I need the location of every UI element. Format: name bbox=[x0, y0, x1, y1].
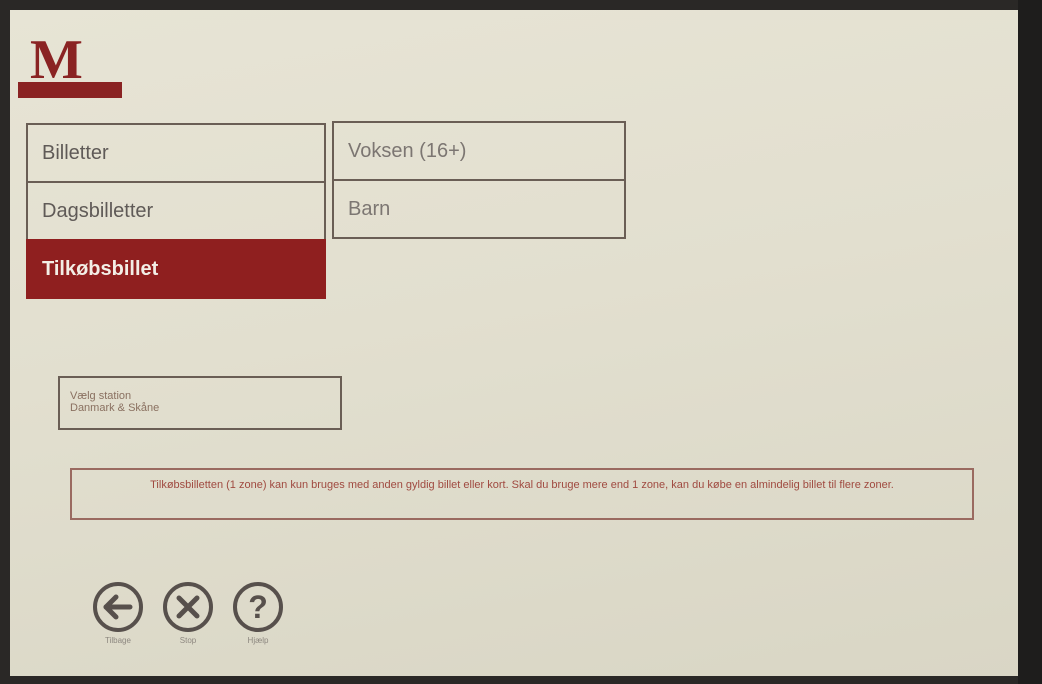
station-select-value: Danmark & Skåne bbox=[70, 402, 160, 414]
cancel-button[interactable]: Stop bbox=[156, 578, 220, 645]
back-arrow-icon bbox=[89, 578, 147, 636]
info-message: Tilkøbsbilletten (1 zone) kan kun bruges… bbox=[70, 468, 974, 520]
ticket-machine-screen: M Billetter Dagsbilletter Tilkøbsbillet … bbox=[10, 10, 1040, 676]
passenger-type-menu: Voksen (16+) Barn bbox=[332, 121, 626, 239]
logo-bar bbox=[18, 82, 122, 98]
bottom-navigation: Tilbage Stop ? Hjælp bbox=[86, 578, 290, 645]
submenu-item-voksen[interactable]: Voksen (16+) bbox=[332, 121, 626, 181]
ticket-category-menu: Billetter Dagsbilletter Tilkøbsbillet bbox=[26, 123, 326, 299]
info-message-text: Tilkøbsbilletten (1 zone) kan kun bruges… bbox=[150, 479, 894, 491]
help-button-label: Hjælp bbox=[247, 636, 269, 645]
cancel-button-label: Stop bbox=[179, 636, 197, 645]
logo-letter: M bbox=[30, 29, 83, 91]
question-mark-icon: ? bbox=[229, 578, 287, 636]
back-button[interactable]: Tilbage bbox=[86, 578, 150, 645]
svg-text:?: ? bbox=[248, 589, 268, 625]
station-select-button[interactable]: Vælg station Danmark & Skåne bbox=[58, 376, 342, 430]
submenu-item-barn[interactable]: Barn bbox=[332, 179, 626, 239]
help-button[interactable]: ? Hjælp bbox=[226, 578, 290, 645]
menu-item-dagsbilletter[interactable]: Dagsbilletter bbox=[26, 181, 326, 241]
close-icon bbox=[159, 578, 217, 636]
menu-item-billetter[interactable]: Billetter bbox=[26, 123, 326, 183]
metro-logo: M bbox=[18, 32, 122, 100]
back-button-label: Tilbage bbox=[105, 636, 131, 645]
menu-item-tilkobsbillet[interactable]: Tilkøbsbillet bbox=[26, 239, 326, 299]
station-select-label: Vælg station bbox=[70, 390, 132, 402]
screen-bezel bbox=[1018, 0, 1042, 684]
